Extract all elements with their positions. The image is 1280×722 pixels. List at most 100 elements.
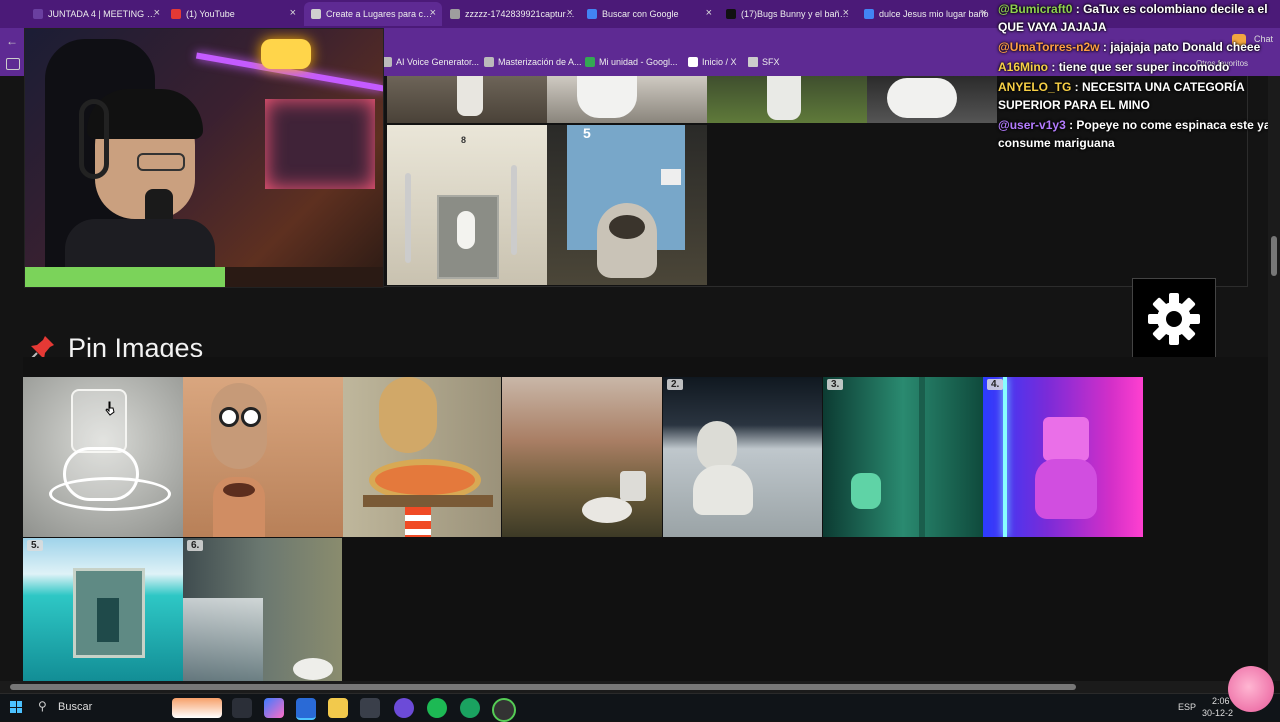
close-tab-icon[interactable]: × [430, 7, 436, 19]
tab-label: Buscar con Google [602, 9, 679, 19]
task-view-icon[interactable] [232, 698, 252, 718]
image-thumb[interactable] [547, 76, 707, 123]
tab-favicon-icon [587, 9, 597, 19]
bookmark-item[interactable]: AI Voice Generator... [382, 57, 479, 67]
bookmark-label: Masterización de A... [498, 57, 582, 67]
taskbar-search[interactable]: Buscar [58, 701, 92, 713]
close-tab-icon[interactable]: × [981, 7, 987, 19]
chat-username: @user-v1y3 [998, 118, 1066, 132]
bookmark-label: AI Voice Generator... [396, 57, 480, 67]
chat-username: A16Mino [998, 60, 1049, 74]
tab-favicon-icon [726, 9, 736, 19]
chat-text: tiene que ser super incomodo [1058, 60, 1230, 74]
close-tab-icon[interactable]: × [843, 7, 849, 19]
vertical-scrollbar[interactable] [1268, 76, 1280, 681]
browser-tab[interactable]: (17)Bugs Bunny y el baño ra × [719, 2, 855, 26]
chat-username: ANYELO_TG [998, 80, 1072, 94]
tab-label: (17)Bugs Bunny y el baño ra [741, 9, 851, 19]
close-tab-icon[interactable]: × [290, 7, 296, 19]
file-explorer-icon[interactable] [328, 698, 348, 718]
bookmark-item[interactable]: Inicio / X [688, 57, 737, 67]
tab-favicon-icon [450, 9, 460, 19]
chair-logo [65, 49, 125, 63]
chat-message: A16Mino : tiene que ser super incomodo [998, 60, 1230, 74]
folder-icon [748, 57, 758, 67]
sidebar-toggle-icon[interactable] [6, 58, 20, 70]
scroll-thumb[interactable] [1271, 236, 1277, 276]
bookmark-favicon-icon [585, 57, 595, 67]
webcam-overlay [24, 28, 384, 288]
tab-label: JUNTADA 4 | MEETING PTG [48, 9, 158, 19]
close-tab-icon[interactable]: × [567, 7, 573, 19]
clock-date[interactable]: 30-12-2 [1202, 708, 1233, 718]
chat-message: ANYELO_TG : NECESITA UNA CATEGORÍA SUPER… [998, 80, 1245, 112]
pin-image[interactable]: 4. [983, 377, 1143, 537]
chat-username: @UmaTorres-n2w [998, 40, 1100, 54]
close-tab-icon[interactable]: × [154, 7, 160, 19]
tab-label: zzzzz-1742839921captura-d [465, 9, 575, 19]
pin-image[interactable] [23, 377, 183, 537]
back-icon[interactable]: ← [6, 34, 18, 48]
browser-tab[interactable]: JUNTADA 4 | MEETING PTG × [26, 2, 166, 26]
chat-username: @Bumicraft0 [998, 2, 1073, 16]
discord-icon[interactable] [394, 698, 414, 718]
clock-time[interactable]: 2:06 [1212, 696, 1230, 706]
image-thumb[interactable] [867, 76, 997, 123]
kirby-sticker-icon [1228, 666, 1274, 712]
pin-image-label: 6. [187, 540, 204, 551]
chat-message: @Bumicraft0 : GaTux es colombiano decile… [998, 2, 1268, 34]
language-indicator[interactable]: ESP [1178, 702, 1196, 712]
bookmark-favicon-icon [688, 57, 698, 67]
spotify-icon[interactable] [427, 698, 447, 718]
edge-icon[interactable] [296, 698, 316, 720]
scroll-thumb[interactable] [10, 684, 1076, 690]
pin-image-label: 4. [987, 379, 1004, 390]
obs-icon[interactable] [492, 698, 516, 722]
tab-label: dulce Jesus mio lugar baño [879, 9, 989, 19]
pin-image[interactable] [502, 377, 662, 537]
chat-message: @UmaTorres-n2w : jajajaja pato Donald ch… [998, 40, 1261, 54]
image-badge: 8 [461, 135, 467, 145]
bookmark-label: SFX [762, 57, 780, 67]
close-tab-icon[interactable]: × [706, 7, 712, 19]
pin-images-grid: 2. 3. 4. 5. 6. [23, 357, 1268, 682]
taskbar: ⚲ Buscar ESP 2:06 30-12-2 [0, 666, 1280, 722]
tab-favicon-icon [311, 9, 321, 19]
browser-tab[interactable]: (1) YouTube × [164, 2, 302, 26]
tab-label: (1) YouTube [186, 9, 235, 19]
mouse-cursor-icon [105, 401, 115, 416]
pin-image[interactable] [183, 377, 343, 537]
tab-favicon-icon [33, 9, 43, 19]
settings-button[interactable] [1132, 278, 1216, 358]
start-button[interactable] [10, 701, 22, 713]
copilot-icon[interactable] [264, 698, 284, 718]
horizontal-scrollbar[interactable] [0, 681, 1268, 693]
image-thumb[interactable] [707, 76, 867, 123]
pin-image[interactable] [343, 377, 501, 537]
pin-image[interactable]: 5. [23, 538, 183, 682]
bookmark-favicon-icon [484, 57, 494, 67]
pin-image[interactable]: 3. [823, 377, 983, 537]
tab-favicon-icon [864, 9, 874, 19]
pin-image-label: 2. [667, 379, 684, 390]
store-icon[interactable] [360, 698, 380, 718]
tab-favicon-icon [171, 9, 181, 19]
search-icon[interactable]: ⚲ [38, 699, 47, 713]
image-badge: 5 [583, 125, 591, 141]
bookmark-item[interactable]: Mi unidad - Googl... [585, 57, 678, 67]
image-thumb[interactable]: 8 [387, 125, 547, 285]
tab-label: Create a Lugares para cagar [326, 9, 436, 19]
app-icon[interactable] [460, 698, 480, 718]
pin-image[interactable]: 2. [663, 377, 822, 537]
pin-image[interactable]: 6. [183, 538, 342, 682]
browser-tab[interactable]: Buscar con Google × [580, 2, 718, 26]
live-chat-overlay: @Bumicraft0 : GaTux es colombiano decile… [996, 0, 1280, 160]
browser-tab[interactable]: zzzzz-1742839921captura-d × [443, 2, 579, 26]
chat-text: jajajaja pato Donald cheee [1110, 40, 1261, 54]
image-thumb[interactable]: 5 [547, 125, 707, 285]
bookmark-item[interactable]: SFX [748, 57, 780, 67]
image-thumb[interactable] [387, 76, 547, 123]
browser-tab[interactable]: Create a Lugares para cagar × [304, 2, 442, 26]
bookmark-item[interactable]: Masterización de A... [484, 57, 582, 67]
browser-tab[interactable]: dulce Jesus mio lugar baño × [857, 2, 993, 26]
